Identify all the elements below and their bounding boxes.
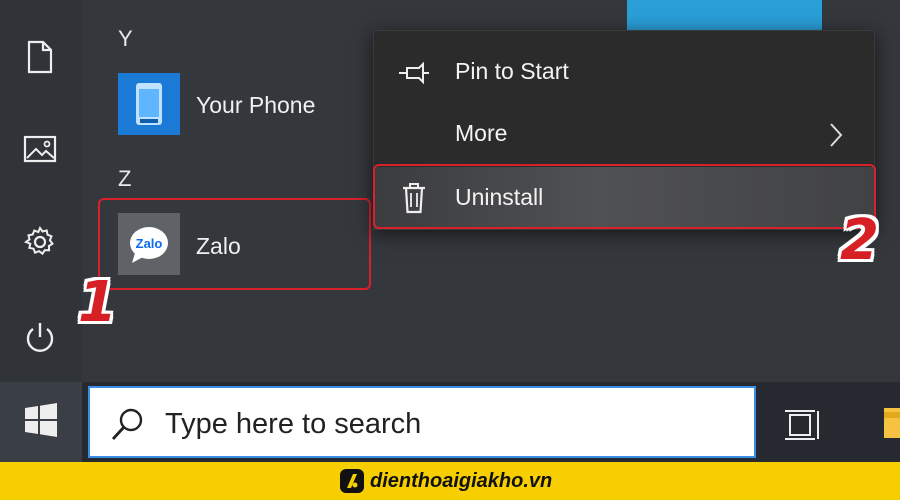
windows-logo-icon	[24, 402, 58, 442]
app-label-your-phone[interactable]: Your Phone	[196, 92, 315, 119]
power-icon[interactable]	[20, 318, 60, 358]
step-number-2: 2	[840, 208, 879, 273]
brand-name: dienthoaigiakho.vn	[370, 469, 553, 492]
chevron-right-icon	[826, 121, 846, 149]
start-menu-rail	[0, 0, 82, 382]
group-letter-z[interactable]: Z	[118, 166, 131, 192]
settings-gear-icon[interactable]	[20, 222, 60, 262]
brand-logo-icon	[340, 469, 364, 493]
menu-item-pin-to-start[interactable]: Pin to Start	[374, 41, 874, 103]
start-button[interactable]	[0, 382, 82, 462]
group-letter-y[interactable]: Y	[118, 26, 133, 52]
brand-footer: dienthoaigiakho.vn	[0, 462, 900, 500]
step-number-1: 1	[78, 270, 117, 335]
pin-icon	[398, 57, 430, 89]
menu-item-label: Pin to Start	[455, 58, 569, 84]
brand[interactable]: dienthoaigiakho.vn	[340, 468, 552, 494]
file-explorer-icon[interactable]	[880, 402, 900, 442]
highlight-box-uninstall	[373, 164, 876, 229]
search-icon	[110, 406, 146, 442]
search-placeholder: Type here to search	[165, 408, 422, 440]
your-phone-icon	[118, 73, 180, 135]
menu-item-more[interactable]: More	[374, 103, 874, 165]
highlight-box-zalo	[98, 198, 371, 290]
task-view-icon[interactable]	[783, 405, 823, 445]
document-icon[interactable]	[20, 37, 60, 77]
search-box[interactable]: Type here to search	[88, 386, 756, 458]
menu-item-label: More	[455, 120, 508, 146]
pictures-icon[interactable]	[20, 129, 60, 169]
live-tile[interactable]	[627, 0, 822, 30]
